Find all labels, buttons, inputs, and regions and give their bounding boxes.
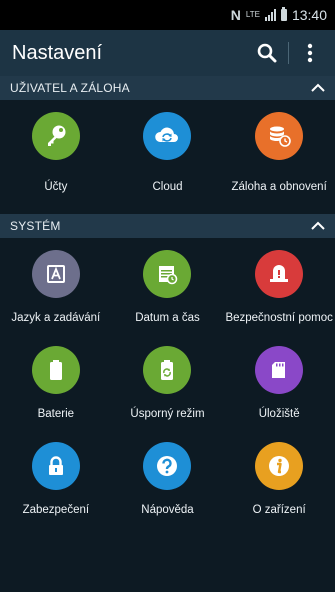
signal-icon [264, 9, 276, 21]
key-icon [31, 112, 80, 160]
settings-item-label: Baterie [37, 407, 75, 420]
section-title: UŽIVATEL A ZÁLOHA [10, 81, 130, 95]
settings-item-cloud[interactable]: Cloud [112, 100, 224, 214]
chevron-up-icon[interactable] [311, 219, 325, 233]
settings-item-label: Úložiště [258, 407, 300, 420]
action-bar: Nastavení [0, 30, 335, 76]
chevron-up-icon[interactable] [311, 81, 325, 95]
settings-item-label: Účty [44, 180, 68, 193]
clock: 13:40 [291, 7, 327, 23]
divider [288, 42, 289, 64]
settings-item-label: Nápověda [141, 503, 194, 516]
help-icon [143, 442, 192, 490]
user-backup-grid: Účty Cloud Záloha a obnovení [0, 100, 335, 214]
settings-item-safety-assistance[interactable]: Bezpečnostní pomoc [223, 238, 335, 334]
settings-item-power-saving[interactable]: Úsporný režim [112, 334, 224, 430]
settings-item-accounts[interactable]: Účty [0, 100, 112, 214]
settings-item-about-device[interactable]: O zařízení [223, 430, 335, 526]
settings-item-language[interactable]: Jazyk a zadávání [0, 238, 112, 334]
cloud-sync-icon [143, 112, 192, 160]
settings-item-label: Úsporný režim [130, 407, 205, 420]
settings-item-label: Záloha a obnovení [231, 180, 327, 193]
battery-icon [31, 346, 80, 394]
settings-item-help[interactable]: Nápověda [112, 430, 224, 526]
sd-card-icon [255, 346, 304, 394]
section-title: SYSTÉM [10, 219, 61, 233]
more-vertical-icon[interactable] [293, 36, 327, 70]
network-icon: N [230, 7, 241, 23]
info-icon [255, 442, 304, 490]
settings-item-battery[interactable]: Baterie [0, 334, 112, 430]
settings-item-security[interactable]: Zabezpečení [0, 430, 112, 526]
settings-item-label: Bezpečnostní pomoc [225, 311, 333, 324]
settings-item-label: Jazyk a zadávání [11, 311, 101, 324]
lte-indicator: LTE [245, 10, 260, 19]
settings-item-label: Cloud [152, 180, 183, 193]
settings-item-label: Zabezpečení [22, 503, 90, 516]
system-grid: Jazyk a zadávání Datum a čas Bezpečnostn… [0, 238, 335, 526]
settings-item-label: Datum a čas [135, 311, 200, 324]
backup-icon [255, 112, 304, 160]
settings-item-date-time[interactable]: Datum a čas [112, 238, 224, 334]
settings-item-backup[interactable]: Záloha a obnovení [223, 100, 335, 214]
recycle-battery-icon [143, 346, 192, 394]
page-title: Nastavení [12, 41, 103, 64]
section-header-user-backup[interactable]: UŽIVATEL A ZÁLOHA [0, 76, 335, 100]
calendar-clock-icon [143, 250, 192, 298]
alert-light-icon [255, 250, 304, 298]
settings-item-storage[interactable]: Úložiště [223, 334, 335, 430]
settings-item-label: O zařízení [252, 503, 306, 516]
battery-status-icon [280, 7, 287, 21]
language-icon [31, 250, 80, 298]
lock-icon [31, 442, 80, 490]
section-header-system[interactable]: SYSTÉM [0, 214, 335, 238]
status-bar: N LTE 13:40 [0, 0, 335, 30]
search-icon[interactable] [250, 36, 284, 70]
